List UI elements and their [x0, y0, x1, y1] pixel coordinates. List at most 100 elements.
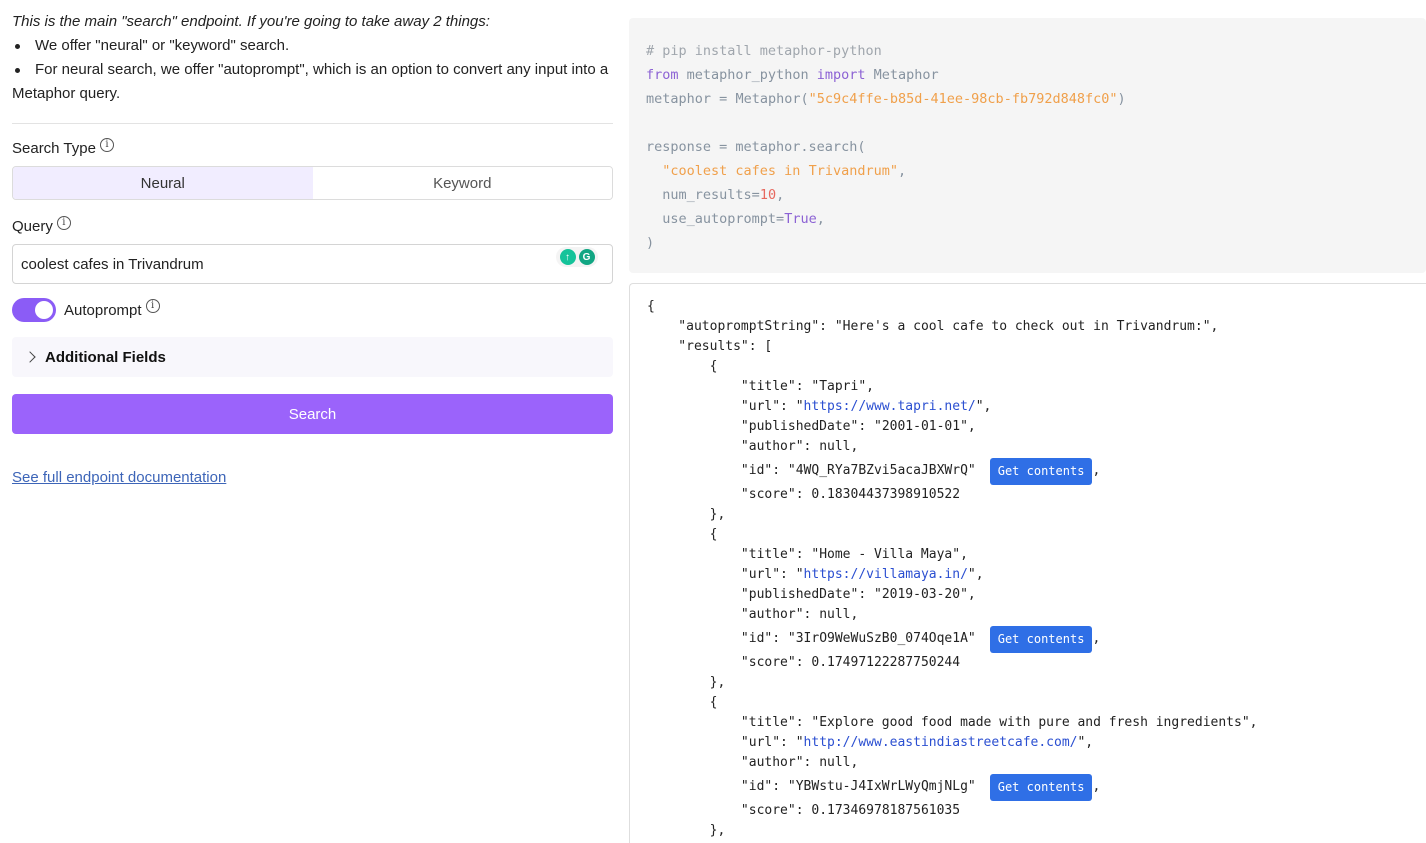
- code-line: "coolest cafes in Trivandrum",: [662, 163, 907, 179]
- json-line: "title": "Tapri",: [647, 379, 874, 394]
- result-author: null: [819, 755, 851, 770]
- json-line: },: [647, 823, 726, 838]
- result-score: 0.17346978187561035: [811, 803, 961, 818]
- json-line: "title": "Home - Villa Maya",: [647, 547, 968, 562]
- code-line: ): [646, 231, 1426, 255]
- autoprompt-label-text: Autoprompt: [64, 301, 142, 319]
- json-line: "url": "https://villamaya.in/",: [647, 567, 984, 582]
- json-line: "id": " 3IrO9WeWuSzB0_074Oqe1A " Get conten…: [647, 625, 1426, 653]
- query-field: ↑ G: [12, 244, 613, 284]
- code-line: response = metaphor.search(: [646, 135, 1426, 159]
- result-id: 3IrO9WeWuSzB0_074Oqe1A: [795, 631, 968, 646]
- json-line: "score": 0.17497122287750244: [647, 655, 961, 670]
- code-call: response = metaphor.search(: [646, 139, 866, 155]
- autoprompt-label: Autoprompt i: [64, 299, 160, 319]
- intro-lead: This is the main "search" endpoint. If y…: [12, 13, 490, 30]
- response-json-panel: { "autopromptString": "Here's a cool caf…: [629, 283, 1426, 843]
- search-type-keyword-button[interactable]: Keyword: [312, 167, 612, 199]
- result-date: 2019-03-20: [881, 587, 961, 602]
- json-line: "score": 0.17346978187561035: [647, 803, 961, 818]
- code-bool: True: [784, 211, 817, 227]
- search-type-label: Search Type i: [12, 137, 114, 157]
- grammarly-widget[interactable]: ↑ G: [556, 247, 598, 267]
- code-line: from metaphor_python import Metaphor: [646, 63, 1426, 87]
- query-input[interactable]: [21, 255, 541, 273]
- code-comment: # pip install metaphor-python: [646, 43, 882, 59]
- info-icon[interactable]: i: [56, 215, 71, 230]
- json-line: {: [647, 299, 655, 314]
- json-line: },: [647, 507, 726, 522]
- json-line: "id": " 4WQ_RYa7BZvi5acaJBXWrQ " Get conten…: [647, 457, 1426, 485]
- json-line: "url": "http://www.eastindiastreetcafe.c…: [647, 735, 1094, 750]
- code-api-key: "5c9c4ffe-b85d-41ee-98cb-fb792d848fc0": [808, 91, 1118, 107]
- search-type-selector: Neural Keyword: [12, 166, 613, 200]
- json-line: "autopromptString": "Here's a cool cafe …: [647, 319, 1219, 334]
- code-var: metaphor: [646, 91, 712, 107]
- code-query-arg: "coolest cafes in Trivandrum": [662, 163, 898, 179]
- result-author: null: [819, 439, 851, 454]
- intro-bullet: For neural search, we offer "autoprompt"…: [12, 58, 613, 106]
- query-label: Query i: [12, 215, 71, 235]
- result-title: Home - Villa Maya: [819, 547, 953, 562]
- code-keyword: from: [646, 67, 679, 83]
- result-url-link[interactable]: http://www.eastindiastreetcafe.com/: [804, 735, 1078, 750]
- code-line: num_results=10,: [662, 187, 785, 203]
- code-module: metaphor_python: [686, 67, 809, 83]
- code-close: ): [646, 235, 655, 251]
- json-line: "score": 0.18304437398910522: [647, 487, 961, 502]
- code-arg-key: num_results=: [662, 187, 760, 203]
- get-contents-button[interactable]: Get contents: [989, 625, 1093, 653]
- json-line: {: [647, 527, 718, 542]
- code-line: # pip install metaphor-python: [646, 39, 1426, 63]
- json-line: "author": null,: [647, 607, 859, 622]
- result-date: 2001-01-01: [881, 419, 961, 434]
- grammarly-g-icon[interactable]: G: [578, 249, 595, 265]
- intro-bullet: We offer "neural" or "keyword" search.: [12, 34, 613, 58]
- code-arg-key: use_autoprompt=: [662, 211, 785, 227]
- info-icon[interactable]: i: [145, 299, 160, 313]
- json-line: "url": "https://www.tapri.net/",: [647, 399, 992, 414]
- intro-text: This is the main "search" endpoint. If y…: [12, 10, 613, 106]
- result-score: 0.18304437398910522: [811, 487, 961, 502]
- json-line: "publishedDate": "2001-01-01",: [647, 419, 976, 434]
- grammarly-bulb-icon[interactable]: ↑: [559, 249, 576, 265]
- result-url-link[interactable]: https://www.tapri.net/: [804, 399, 976, 414]
- result-score: 0.17497122287750244: [811, 655, 961, 670]
- json-line: "publishedDate": "2019-03-20",: [647, 587, 976, 602]
- result-id: 4WQ_RYa7BZvi5acaJBXWrQ: [795, 463, 968, 478]
- json-line: {: [647, 359, 718, 374]
- additional-fields-accordion[interactable]: Additional Fields: [12, 337, 613, 377]
- json-line: "title": "Explore good food made with pu…: [647, 715, 1258, 730]
- chevron-right-icon: [24, 351, 36, 363]
- autoprompt-string-value: Here's a cool cafe to check out in Triva…: [842, 319, 1203, 334]
- get-contents-button[interactable]: Get contents: [989, 773, 1093, 801]
- search-type-neural-button[interactable]: Neural: [13, 167, 313, 199]
- json-line: {: [647, 695, 718, 710]
- result-title: Explore good food made with pure and fre…: [819, 715, 1242, 730]
- code-keyword: import: [816, 67, 866, 83]
- result-url-link[interactable]: https://villamaya.in/: [804, 567, 968, 582]
- search-button[interactable]: Search: [12, 394, 613, 434]
- result-title: Tapri: [819, 379, 859, 394]
- autoprompt-toggle[interactable]: [12, 298, 56, 322]
- code-class: Metaphor: [873, 67, 939, 83]
- intro-bullets: We offer "neural" or "keyword" search. F…: [12, 34, 613, 106]
- json-line: "results": [: [647, 339, 773, 354]
- query-label-text: Query: [12, 218, 53, 235]
- code-line: metaphor = Metaphor("5c9c4ffe-b85d-41ee-…: [646, 91, 1126, 107]
- get-contents-button[interactable]: Get contents: [989, 457, 1093, 485]
- code-class: Metaphor: [735, 91, 801, 107]
- info-icon[interactable]: i: [99, 137, 114, 152]
- code-line: use_autoprompt=True,: [662, 211, 825, 227]
- code-num: 10: [759, 187, 777, 203]
- result-id: YBWstu-J4IxWrLWyQmjNLg: [795, 779, 968, 794]
- divider: [12, 123, 613, 124]
- json-line: },: [647, 675, 726, 690]
- json-line: "id": " YBWstu-J4IxWrLWyQmjNLg " Get conten…: [647, 773, 1426, 801]
- result-author: null: [819, 607, 851, 622]
- json-line: "author": null,: [647, 439, 859, 454]
- endpoint-docs-link[interactable]: See full endpoint documentation: [12, 469, 226, 486]
- code-snippet: # pip install metaphor-python from metaph…: [629, 18, 1426, 273]
- additional-fields-label: Additional Fields: [45, 348, 166, 366]
